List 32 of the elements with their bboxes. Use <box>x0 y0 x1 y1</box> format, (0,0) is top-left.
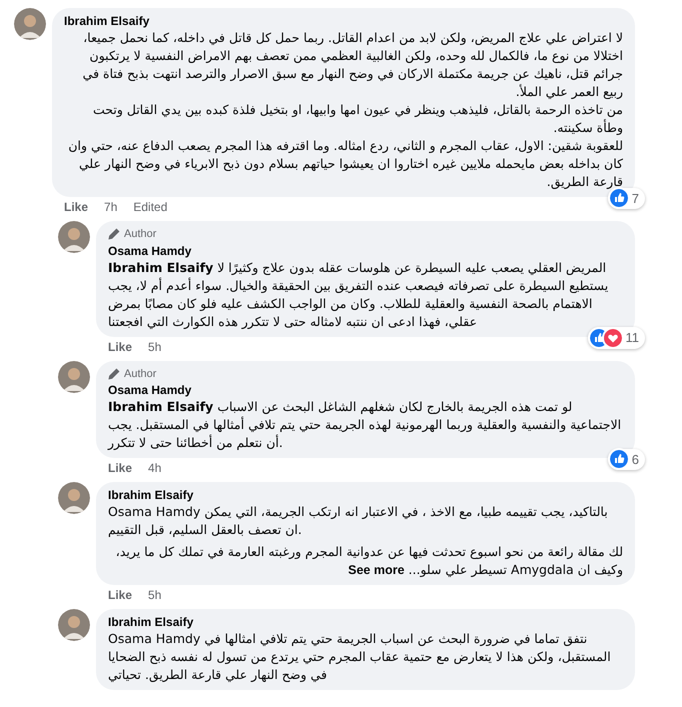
avatar[interactable] <box>58 482 90 514</box>
author-name[interactable]: Ibrahim Elsaify <box>108 487 623 503</box>
reaction-count[interactable]: 6 <box>608 448 645 470</box>
comment-text: Osama Hamdy بالتاكيد، يجب تقييمه طبيا، مع الاخذ ، في الاعتبار انه ارتكب الجريمة، التي يمكن ان تعصف بالعقل السليم، قبل التقييم. <box>108 503 609 539</box>
like-link[interactable]: Like <box>108 587 132 603</box>
author-name[interactable]: Ibrahim Elsaify <box>64 13 623 29</box>
comment-time[interactable]: 5h <box>148 338 162 354</box>
comment-time[interactable]: 5h <box>148 587 162 603</box>
like-reaction-icon <box>610 450 628 468</box>
avatar[interactable] <box>14 8 46 40</box>
author-name[interactable]: Osama Hamdy <box>108 242 623 258</box>
avatar[interactable] <box>58 221 90 253</box>
pencil-icon <box>108 228 120 240</box>
author-label: Author <box>124 227 156 242</box>
comment-time[interactable]: 7h <box>104 199 118 215</box>
love-reaction-icon <box>604 328 622 347</box>
like-link[interactable]: Like <box>64 199 88 215</box>
like-link[interactable]: Like <box>108 460 132 476</box>
avatar[interactable] <box>58 609 90 641</box>
like-link[interactable]: Like <box>108 338 132 354</box>
author-name[interactable]: Osama Hamdy <box>108 382 623 398</box>
comment-text: Osama Hamdy نتفق تماما في ضرورة البحث عن اسباب الجريمة حتي يتم تلافي امثالها في المستقبل، ولكن هذا لا يتعارض مع حتمية عقاب المجرم حتي يرتدع من تسول له نفسه ذبح الضحايا في وضح النهار علي قارعة الطريق. تحياتي <box>108 630 612 684</box>
edited-label: Edited <box>133 199 168 215</box>
author-name[interactable]: Ibrahim Elsaify <box>108 614 623 630</box>
reaction-count[interactable]: 7 <box>608 188 645 209</box>
pencil-icon <box>108 368 120 380</box>
see-more-link[interactable]: See more <box>348 563 404 577</box>
reaction-count[interactable]: 11 <box>588 327 645 348</box>
avatar[interactable] <box>58 360 90 392</box>
author-label: Author <box>124 366 156 382</box>
comment-time[interactable]: 4h <box>148 460 162 476</box>
like-reaction-icon <box>610 189 628 208</box>
